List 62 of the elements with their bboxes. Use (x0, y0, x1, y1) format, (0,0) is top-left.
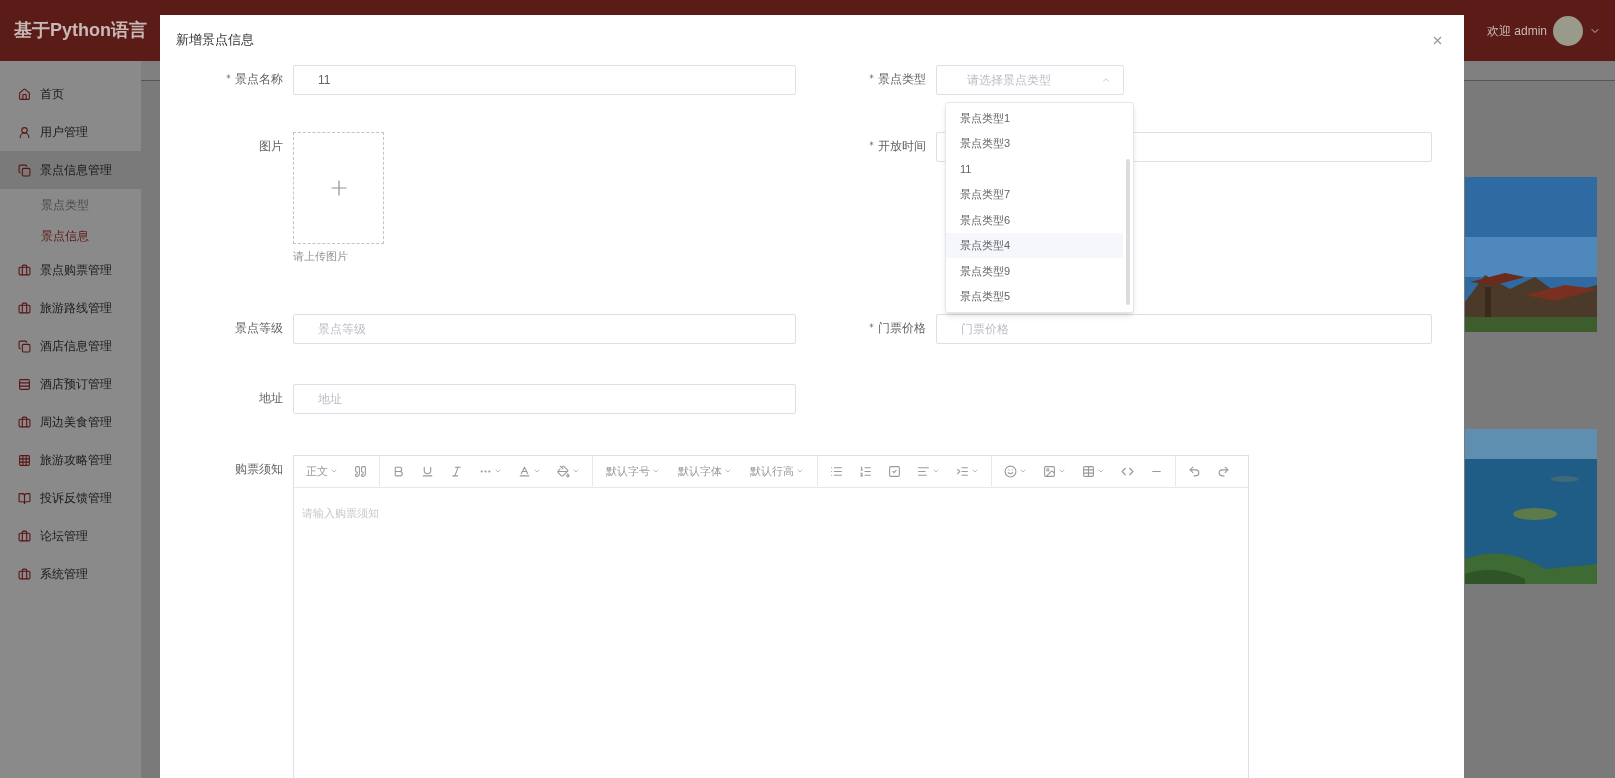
toolbar-dropdown[interactable]: 默认字号 (597, 456, 669, 486)
dropdown-option[interactable]: 景点类型5 (946, 283, 1123, 309)
chevron-up-icon (1101, 75, 1111, 85)
sidebar-item[interactable]: 景点信息管理 (0, 151, 141, 189)
input-field[interactable]: 地址 (293, 383, 796, 414)
menu-icon (18, 125, 31, 139)
field-label: 图片 (259, 138, 283, 154)
dialog-title: 新增景点信息 (176, 31, 254, 50)
avatar[interactable] (1553, 15, 1583, 46)
caret-icon (330, 467, 338, 475)
menu-icon (18, 567, 31, 581)
menu-icon (18, 163, 31, 177)
dropdown-option[interactable]: 景点类型3 (946, 130, 1123, 156)
dropdown-option[interactable]: 景点类型7 (946, 181, 1123, 207)
field-label: 开放时间 (878, 138, 926, 154)
dropdown-option[interactable]: 景点类型9 (946, 258, 1123, 284)
menu-icon (18, 453, 31, 467)
field-label: 景点类型 (878, 71, 926, 87)
upload-area[interactable] (293, 132, 384, 244)
field-label: 景点名称 (235, 71, 283, 87)
menu-icon (18, 87, 31, 101)
sidebar-item[interactable]: 投诉反馈管理 (0, 479, 141, 517)
submenu-item[interactable]: 景点信息 (0, 220, 141, 251)
field-label: 地址 (259, 389, 283, 406)
dropdown-option[interactable]: 景点类型1 (946, 105, 1123, 131)
app-title: 基于Python语言 (14, 19, 147, 42)
dropdown-option[interactable]: 11 (946, 156, 1123, 182)
menu-icon (18, 339, 31, 353)
field-label: 购票须知 (235, 460, 283, 477)
upload-hint: 请上传图片 (293, 249, 349, 264)
menu-icon (18, 415, 31, 429)
submenu-item[interactable]: 景点类型 (0, 189, 141, 220)
sidebar-item[interactable]: 论坛管理 (0, 517, 141, 555)
dropdown-option[interactable]: 景点类型4 (946, 232, 1123, 258)
sidebar-item[interactable]: 旅游攻略管理 (0, 441, 141, 479)
heading-dropdown[interactable]: 正文 (298, 456, 346, 486)
input-field[interactable]: 景点等级 (293, 313, 796, 344)
menu-icon (18, 377, 31, 391)
sidebar-item[interactable]: 酒店信息管理 (0, 327, 141, 365)
menu-icon (18, 263, 31, 277)
welcome-text: 欢迎 admin (1486, 22, 1547, 40)
sidebar-item[interactable]: 系统管理 (0, 555, 141, 593)
sidebar-item[interactable]: 旅游路线管理 (0, 289, 141, 327)
input-field[interactable]: 11 (293, 65, 796, 95)
dropdown-option[interactable]: 景点类型6 (946, 207, 1123, 233)
field-label: 门票价格 (878, 319, 926, 336)
sidebar-item[interactable]: 首页 (0, 75, 141, 113)
menu-icon (18, 301, 31, 315)
sidebar-item[interactable]: 用户管理 (0, 113, 141, 151)
menu-icon (18, 491, 31, 505)
sidebar-item[interactable]: 景点购票管理 (0, 251, 141, 289)
sidebar-item[interactable]: 酒店预订管理 (0, 365, 141, 403)
toolbar-dropdown[interactable]: 默认字体 (669, 456, 741, 486)
menu-icon (18, 529, 31, 543)
input-field[interactable]: 门票价格 (936, 313, 1432, 344)
sidebar-item[interactable]: 周边美食管理 (0, 403, 141, 441)
caret-icon (796, 467, 804, 475)
field-label: 景点等级 (235, 319, 283, 336)
caret-icon (724, 467, 732, 475)
toolbar-dropdown[interactable]: 默认行高 (741, 456, 813, 486)
caret-icon (652, 467, 660, 475)
scrollbar[interactable] (1126, 159, 1130, 305)
